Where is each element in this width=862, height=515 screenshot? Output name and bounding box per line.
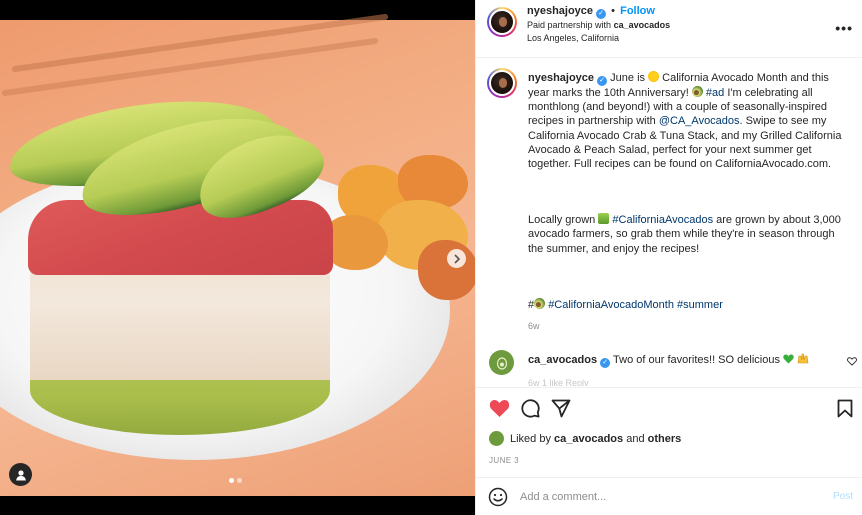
partner-username[interactable]: ca_avocados: [614, 20, 671, 30]
sun-emoji-icon: [648, 71, 660, 82]
hashtag-link[interactable]: #CaliforniaAvocados: [612, 214, 713, 226]
author-username[interactable]: nyeshajoyce: [527, 5, 593, 17]
avocado-logo-icon: [496, 356, 507, 370]
separator-dot: •: [611, 5, 616, 17]
chevron-right-icon: [453, 253, 460, 264]
heart-filled-icon: [489, 399, 509, 417]
likes-prefix: Liked by: [510, 432, 551, 445]
follow-button[interactable]: Follow: [620, 5, 655, 17]
carousel-next-button[interactable]: [447, 249, 466, 268]
comment-input[interactable]: Add a comment...: [520, 491, 606, 503]
hashtag-link[interactable]: #CaliforniaAvocadoMonth: [548, 299, 674, 311]
author-avatar[interactable]: [487, 7, 517, 37]
avocado-emoji-icon: [534, 297, 546, 309]
post-caption: nyeshajoyce ✓ June is California Avocado…: [528, 71, 846, 312]
heart-outline-icon: [847, 357, 857, 366]
share-button[interactable]: [549, 396, 573, 420]
liker-avatar[interactable]: [489, 431, 504, 446]
verified-badge-icon: ✓: [596, 9, 607, 19]
emoji-picker-button[interactable]: [486, 485, 510, 509]
sweet-potato-chips: [318, 155, 475, 305]
raised-hands-emoji-icon: [797, 353, 809, 364]
post-date: JUNE 3: [489, 456, 519, 465]
photo-letterbox-bottom: [0, 496, 475, 515]
partnership-label: Paid partnership with: [527, 20, 612, 30]
post-details-panel: nyeshajoyce ✓ • Follow Paid partnership …: [475, 0, 862, 515]
post-header: nyeshajoyce ✓ • Follow Paid partnership …: [476, 0, 862, 58]
tuna-layer: [28, 200, 333, 275]
hashtag-link[interactable]: #summer: [677, 299, 723, 311]
location-link[interactable]: Los Angeles, California: [527, 33, 619, 43]
user-icon: [15, 469, 26, 480]
comment-body: ca_avocados ✓ Two of our favorites!! SO …: [528, 353, 833, 368]
caption-author-username[interactable]: nyeshajoyce: [528, 72, 594, 84]
commenter-avatar[interactable]: [489, 350, 514, 375]
caption-author-avatar[interactable]: [487, 68, 517, 98]
commenter-username[interactable]: ca_avocados: [528, 354, 597, 366]
verified-badge-icon: ✓: [600, 358, 611, 368]
seedling-emoji-icon: [598, 213, 610, 225]
comment-like-button[interactable]: [847, 357, 857, 369]
verified-badge-icon: ✓: [597, 76, 608, 86]
tagged-users-button[interactable]: [9, 463, 32, 486]
post-actions-section: Liked by ca_avocados and others JUNE 3: [476, 387, 862, 487]
comment-button[interactable]: [518, 396, 542, 420]
carousel-dot: [237, 478, 242, 483]
partnership-line: Paid partnership with ca_avocados: [527, 20, 670, 30]
carousel-dot-active: [229, 478, 234, 483]
caption-timestamp: 6w: [528, 321, 540, 331]
smiley-face-icon: [488, 487, 508, 507]
comment-bubble-icon: [521, 399, 540, 418]
like-button[interactable]: [487, 396, 511, 420]
bookmark-icon: [837, 399, 853, 417]
caption-text: June is: [610, 72, 646, 84]
save-button[interactable]: [833, 396, 857, 420]
green-heart-emoji-icon: [783, 354, 794, 364]
more-options-button[interactable]: •••: [835, 20, 853, 36]
mention-link[interactable]: @CA_Avocados: [659, 115, 740, 127]
comment-text: Two of our favorites!! SO delicious: [613, 354, 780, 366]
add-comment-bar: Add a comment... Post: [476, 477, 862, 515]
liker-username[interactable]: ca_avocados: [554, 433, 623, 445]
likes-and: and: [626, 432, 645, 445]
carousel-indicator: [229, 478, 242, 483]
post-photo[interactable]: [0, 0, 475, 515]
paper-plane-icon: [551, 399, 571, 417]
post-comment-button[interactable]: Post: [833, 491, 853, 502]
likes-summary: Liked by ca_avocados and others: [489, 431, 681, 446]
caption-text: Locally grown: [528, 214, 596, 227]
likes-others-link[interactable]: others: [648, 433, 682, 445]
comment-meta-partial: 6w 1 like Reply: [528, 378, 589, 386]
avocado-emoji-icon: [691, 86, 703, 97]
photo-letterbox-top: [0, 0, 475, 20]
hashtag-link[interactable]: #ad: [706, 87, 724, 99]
